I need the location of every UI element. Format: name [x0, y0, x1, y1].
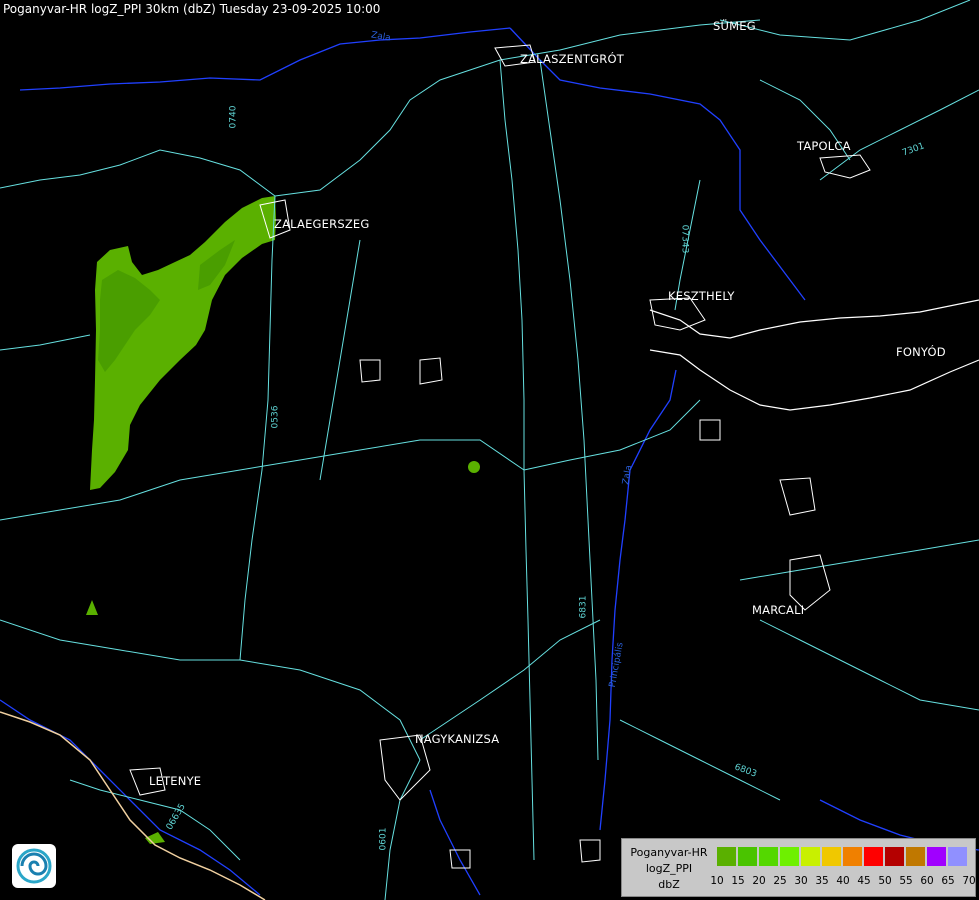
radar-echo-layer: [86, 196, 480, 844]
map-title: Poganyvar-HR logZ_PPI 30km (dbZ) Tuesday…: [3, 2, 381, 16]
legend-tick-label: 45: [857, 875, 871, 887]
legend-tick-label: 65: [941, 875, 955, 887]
road-layer: [0, 0, 979, 900]
city-label-sumeg: SÜMEG: [713, 19, 756, 33]
legend-swatch: [717, 847, 736, 866]
city-label-letenye: LETENYE: [149, 774, 202, 788]
city-label-fonyod: FONYÓD: [896, 345, 946, 359]
legend-tick-label: 15: [731, 875, 745, 887]
legend-unit: dbZ: [658, 878, 680, 891]
radar-map: [0, 0, 979, 900]
settlement-outlines: [129, 44, 871, 869]
legend-tick-label: 20: [752, 875, 766, 887]
legend-tick-label: 60: [920, 875, 934, 887]
radar-echo-small: [86, 600, 98, 615]
legend-tick-label: 70: [962, 875, 976, 887]
city-label-marcali: MARCALI: [752, 603, 805, 617]
city-label-nagykanizsa: NAGYKANIZSA: [415, 732, 500, 746]
legend-swatch: [759, 847, 778, 866]
river-layer: [0, 27, 979, 896]
legend-swatch: [801, 847, 820, 866]
legend-swatch: [780, 847, 799, 866]
legend-tick-label: 35: [815, 875, 829, 887]
city-label-zalaegerszeg: ZALAEGERSZEG: [274, 217, 370, 231]
legend-tick-label: 40: [836, 875, 850, 887]
legend-radar-name: Poganyvar-HR: [630, 846, 708, 859]
city-label-tapolca: TAPOLCA: [797, 139, 851, 153]
city-label-keszthely: KESZTHELY: [668, 289, 735, 303]
legend-swatch: [738, 847, 757, 866]
legend-swatch: [864, 847, 883, 866]
legend: Poganyvar-HR logZ_PPI dbZ 10 15 20 25 30 35 40…: [621, 838, 976, 897]
legend-tick-label: 25: [773, 875, 787, 887]
legend-tick-label: 50: [878, 875, 892, 887]
legend-tick-label: 55: [899, 875, 913, 887]
legend-swatch: [927, 847, 946, 866]
road-label: 0740: [228, 105, 239, 129]
legend-product: logZ_PPI: [645, 862, 693, 875]
legend-tick-label: 10: [710, 875, 724, 887]
city-label-zalaszentgrot: ZALASZENTGRÓT: [520, 52, 624, 66]
legend-swatch: [948, 847, 967, 866]
logo: [12, 844, 56, 888]
road-label: 0536: [270, 405, 281, 429]
road-label: 0601: [378, 827, 389, 851]
radar-echo-small: [468, 461, 480, 473]
legend-swatch: [906, 847, 925, 866]
legend-swatch: [885, 847, 904, 866]
road-label: 07343: [679, 224, 690, 254]
legend-swatch: [822, 847, 841, 866]
legend-swatch: [843, 847, 862, 866]
road-label: 6831: [578, 595, 589, 619]
legend-tick-label: 30: [794, 875, 808, 887]
